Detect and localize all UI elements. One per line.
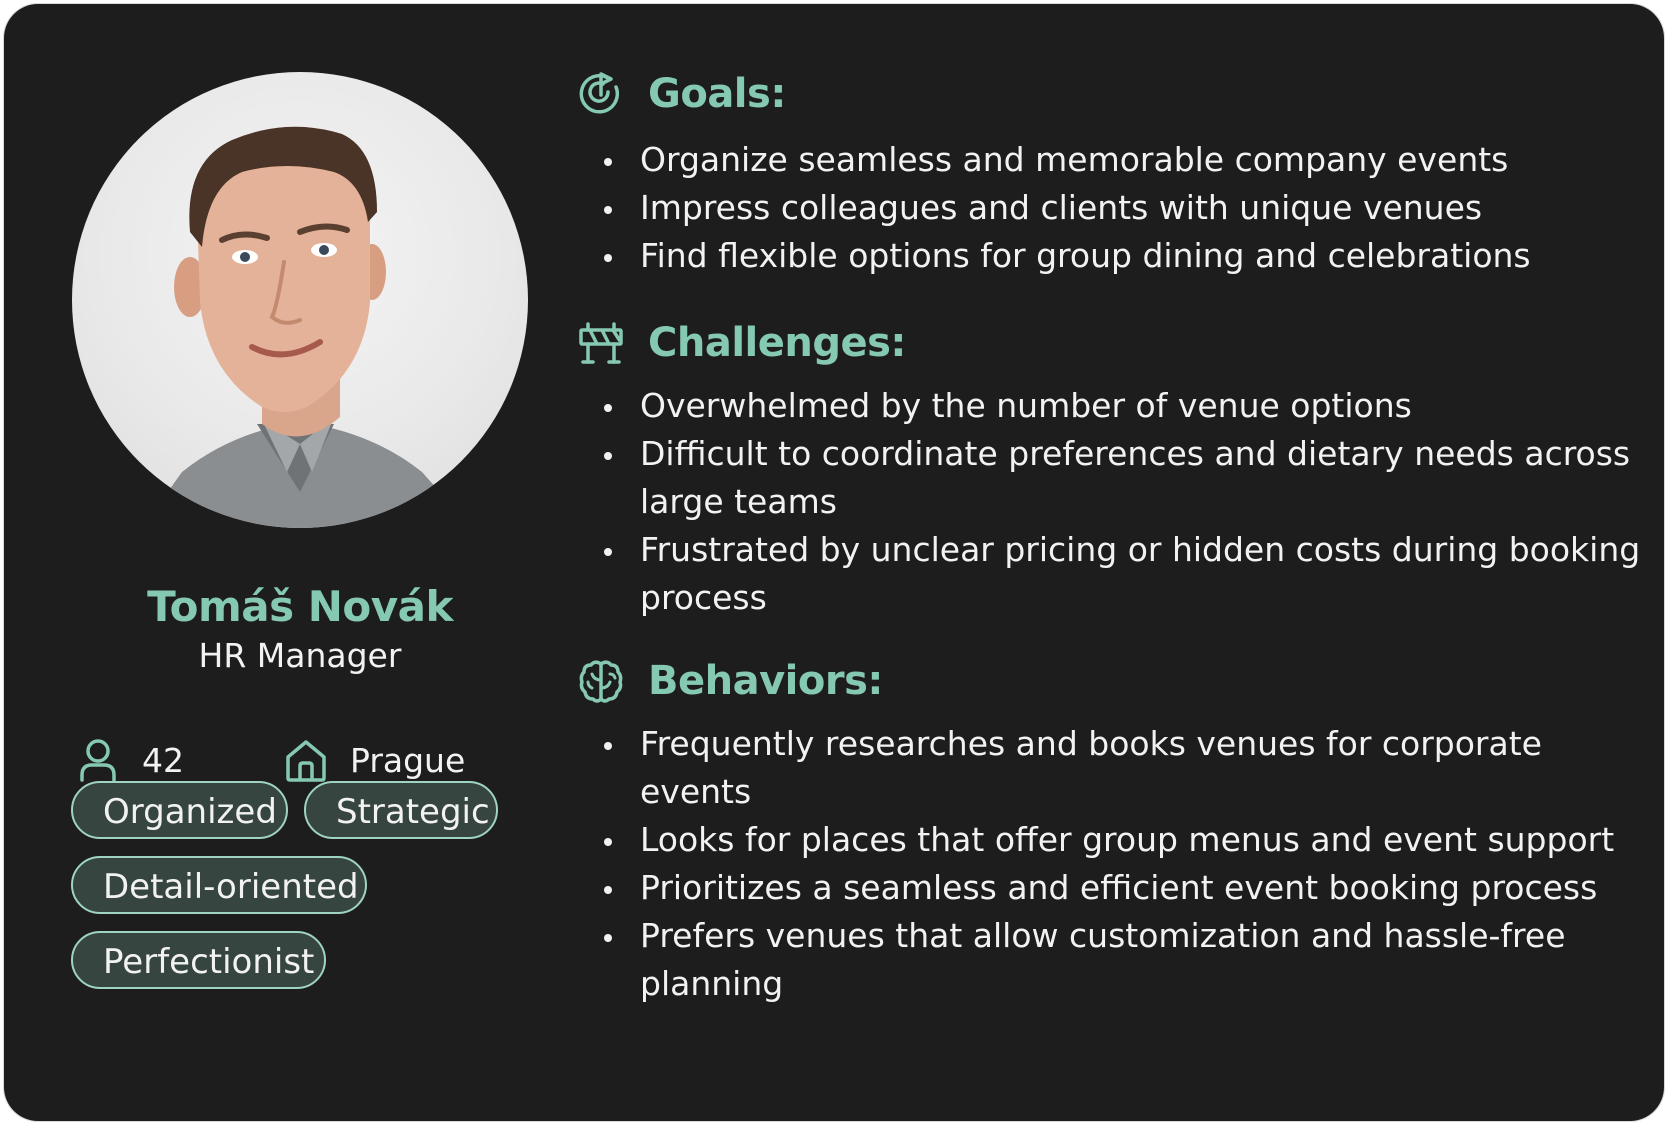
home-icon <box>286 740 326 782</box>
list-item: Prioritizes a seamless and efficient eve… <box>600 864 1650 912</box>
brain-icon <box>579 660 623 703</box>
persona-card: Tomáš Novák HR Manager 42 Prague Organiz… <box>4 4 1664 1121</box>
challenges-header: Challenges: <box>578 314 906 372</box>
goals-title: Goals: <box>648 71 786 117</box>
list-item: Difficult to coordinate preferences and … <box>600 430 1650 526</box>
list-item: Find flexible options for group dining a… <box>600 232 1650 280</box>
challenges-title: Challenges: <box>648 320 906 366</box>
target-icon <box>579 72 620 114</box>
list-item: Prefers venues that allow customization … <box>600 912 1650 1008</box>
trait-tag: Strategic <box>304 781 498 839</box>
trait-tag: Detail-oriented <box>71 856 367 914</box>
list-item: Overwhelmed by the number of venue optio… <box>600 382 1650 430</box>
trait-tag: Perfectionist <box>71 931 326 989</box>
road-barrier-icon <box>579 322 623 364</box>
goals-header: Goals: <box>578 65 786 123</box>
list-item: Frustrated by unclear pricing or hidden … <box>600 526 1650 622</box>
list-item: Looks for places that offer group menus … <box>600 816 1650 864</box>
user-icon <box>80 739 116 782</box>
age-value: 42 <box>142 740 184 780</box>
age-info: 42 <box>76 732 184 788</box>
persona-name: Tomáš Novák <box>147 582 453 631</box>
challenges-list: Overwhelmed by the number of venue optio… <box>600 382 1650 622</box>
behaviors-header: Behaviors: <box>578 652 883 710</box>
avatar <box>72 72 528 528</box>
list-item: Organize seamless and memorable company … <box>600 136 1650 184</box>
location-info: Prague <box>284 732 465 788</box>
list-item: Impress colleagues and clients with uniq… <box>600 184 1650 232</box>
portrait-photo <box>142 126 472 528</box>
list-item: Frequently researches and books venues f… <box>600 720 1650 816</box>
persona-role: HR Manager <box>198 636 402 675</box>
goals-list: Organize seamless and memorable company … <box>600 136 1650 280</box>
trait-tag: Organized <box>71 781 288 839</box>
city-value: Prague <box>350 740 466 780</box>
behaviors-title: Behaviors: <box>648 658 883 704</box>
behaviors-list: Frequently researches and books venues f… <box>600 720 1650 1008</box>
